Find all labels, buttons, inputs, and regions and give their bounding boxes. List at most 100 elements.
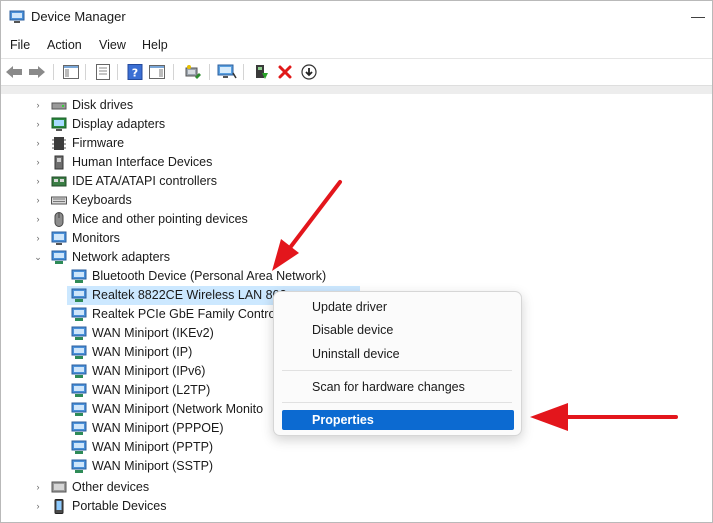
tree-item-label: Other devices bbox=[72, 480, 150, 494]
uninstall-device-icon[interactable] bbox=[275, 62, 295, 82]
network-adapter-icon bbox=[71, 459, 87, 473]
toolbar-separator bbox=[117, 64, 118, 80]
menu-item-scan-hardware[interactable]: Scan for hardware changes bbox=[312, 380, 465, 394]
tree-item-label: IDE ATA/ATAPI controllers bbox=[72, 174, 217, 188]
tree-item-label: Display adapters bbox=[72, 117, 166, 131]
expand-chevron-icon[interactable]: › bbox=[33, 518, 43, 522]
network-adapter-icon bbox=[71, 326, 87, 340]
other-devices-icon bbox=[51, 481, 67, 493]
help-icon[interactable]: ? bbox=[125, 62, 145, 82]
monitor-icon bbox=[51, 231, 67, 245]
tree-item-label: Monitors bbox=[72, 231, 120, 245]
portable-devices-icon bbox=[54, 499, 64, 514]
disable-device-icon[interactable] bbox=[299, 62, 319, 82]
tree-category-portable-devices[interactable]: › Portable Devices bbox=[1, 497, 712, 516]
tree-item-label: Keyboards bbox=[72, 193, 132, 207]
tree-category-ide-controllers[interactable]: › IDE ATA/ATAPI controllers bbox=[1, 172, 712, 191]
tree-category-partial[interactable]: › bbox=[1, 516, 712, 522]
tree-item-label: Mice and other pointing devices bbox=[72, 212, 248, 226]
hid-icon bbox=[54, 155, 64, 170]
tree-category-display-adapters[interactable]: › Display adapters bbox=[1, 115, 712, 134]
menu-item-uninstall-device[interactable]: Uninstall device bbox=[312, 347, 400, 361]
network-adapter-icon bbox=[71, 421, 87, 435]
network-device-label: WAN Miniport (PPPOE) bbox=[92, 421, 224, 435]
menu-action[interactable]: Action bbox=[47, 38, 82, 52]
tree-category-disk-drives[interactable]: › Disk drives bbox=[1, 96, 712, 115]
network-adapter-icon bbox=[71, 364, 87, 378]
toolbar-separator bbox=[209, 64, 210, 80]
menu-separator bbox=[282, 370, 512, 371]
tree-item-label: Portable Devices bbox=[72, 499, 167, 513]
network-device-label: WAN Miniport (IKEv2) bbox=[92, 326, 214, 340]
network-adapter-icon bbox=[51, 250, 67, 264]
expand-chevron-icon[interactable]: › bbox=[33, 136, 43, 150]
network-device-label: Realtek 8822CE Wireless LAN 802 bbox=[92, 288, 287, 302]
network-device-label: WAN Miniport (SSTP) bbox=[92, 459, 214, 473]
svg-text:?: ? bbox=[132, 67, 138, 80]
menu-view[interactable]: View bbox=[99, 38, 126, 52]
network-device-label: Realtek PCIe GbE Family Controll bbox=[92, 307, 281, 321]
menu-item-disable-device[interactable]: Disable device bbox=[312, 323, 393, 337]
network-adapter-icon bbox=[71, 345, 87, 359]
tree-category-network-adapters[interactable]: ⌄ Network adapters bbox=[1, 248, 712, 267]
expand-chevron-icon[interactable]: › bbox=[33, 174, 43, 188]
network-device-row[interactable]: WAN Miniport (SSTP) bbox=[1, 457, 712, 476]
network-device-row[interactable]: Bluetooth Device (Personal Area Network) bbox=[1, 267, 712, 286]
collapse-chevron-icon[interactable]: ⌄ bbox=[33, 250, 43, 264]
toolbar-separator bbox=[85, 64, 86, 80]
back-icon[interactable] bbox=[4, 62, 24, 82]
network-adapter-icon bbox=[71, 383, 87, 397]
device-manager-window: Device Manager — File Action View Help ? bbox=[0, 0, 713, 523]
properties-icon[interactable] bbox=[93, 62, 113, 82]
toolbar-separator bbox=[243, 64, 244, 80]
expand-chevron-icon[interactable]: › bbox=[33, 212, 43, 226]
network-adapter-icon bbox=[71, 440, 87, 454]
keyboard-icon bbox=[51, 196, 67, 205]
network-adapter-icon bbox=[71, 288, 87, 302]
menu-help[interactable]: Help bbox=[142, 38, 168, 52]
device-manager-app-icon bbox=[9, 10, 25, 23]
expand-chevron-icon[interactable]: › bbox=[33, 98, 43, 112]
firmware-icon bbox=[52, 137, 66, 150]
action-pane-icon[interactable] bbox=[147, 62, 167, 82]
tree-category-mice[interactable]: › Mice and other pointing devices bbox=[1, 210, 712, 229]
scan-hardware-icon[interactable] bbox=[217, 62, 237, 82]
expand-chevron-icon[interactable]: › bbox=[33, 117, 43, 131]
menu-item-properties[interactable]: Properties bbox=[312, 413, 374, 427]
minimize-icon[interactable]: — bbox=[691, 8, 705, 24]
enable-device-icon[interactable] bbox=[251, 62, 271, 82]
toolbar: ? bbox=[1, 58, 712, 85]
expand-chevron-icon[interactable]: › bbox=[33, 499, 43, 513]
update-driver-icon[interactable] bbox=[183, 62, 203, 82]
tree-category-firmware[interactable]: › Firmware bbox=[1, 134, 712, 153]
network-adapter-icon bbox=[71, 307, 87, 321]
toolbar-separator bbox=[173, 64, 174, 80]
disk-drive-icon bbox=[51, 102, 67, 110]
menu-file[interactable]: File bbox=[10, 38, 30, 52]
network-device-label: WAN Miniport (PPTP) bbox=[92, 440, 214, 454]
expand-chevron-icon[interactable]: › bbox=[33, 155, 43, 169]
menu-bar: File Action View Help bbox=[1, 35, 712, 57]
expand-chevron-icon[interactable]: › bbox=[33, 231, 43, 245]
menu-item-update-driver[interactable]: Update driver bbox=[312, 300, 387, 314]
forward-icon[interactable] bbox=[27, 62, 47, 82]
network-adapter-icon bbox=[71, 269, 87, 283]
toolbar-divider bbox=[1, 85, 712, 94]
mouse-icon bbox=[54, 212, 64, 227]
tree-category-keyboards[interactable]: › Keyboards bbox=[1, 191, 712, 210]
window-title: Device Manager bbox=[31, 9, 126, 24]
toolbar-separator bbox=[53, 64, 54, 80]
display-adapter-icon bbox=[51, 117, 67, 131]
expand-chevron-icon[interactable]: › bbox=[33, 193, 43, 207]
network-device-label: Bluetooth Device (Personal Area Network) bbox=[92, 269, 327, 283]
tree-category-hid[interactable]: › Human Interface Devices bbox=[1, 153, 712, 172]
tree-item-label: Network adapters bbox=[72, 250, 170, 264]
expand-chevron-icon[interactable]: › bbox=[33, 480, 43, 494]
tree-item-label: Human Interface Devices bbox=[72, 155, 213, 169]
network-device-row[interactable]: WAN Miniport (PPTP) bbox=[1, 438, 712, 457]
title-bar: Device Manager — bbox=[1, 1, 712, 33]
tree-category-other-devices[interactable]: › Other devices bbox=[1, 478, 712, 497]
network-device-label: WAN Miniport (L2TP) bbox=[92, 383, 211, 397]
tree-category-monitors[interactable]: › Monitors bbox=[1, 229, 712, 248]
show-hide-console-tree-icon[interactable] bbox=[61, 62, 81, 82]
